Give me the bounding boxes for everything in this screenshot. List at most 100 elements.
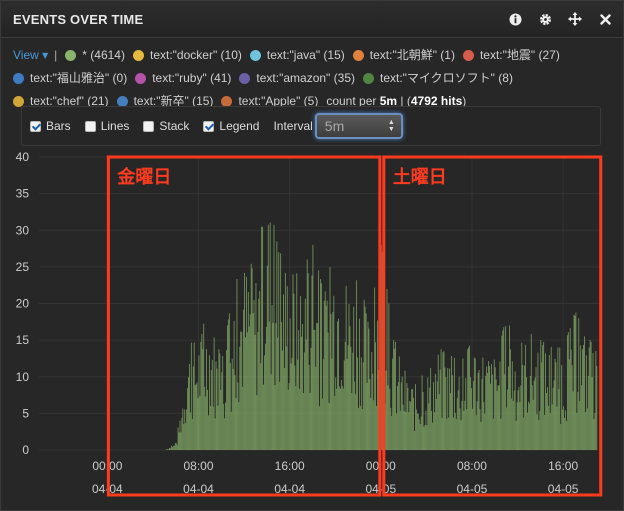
bar <box>307 273 309 450</box>
bar <box>425 410 427 450</box>
bar <box>560 423 562 450</box>
bar <box>227 319 229 450</box>
gear-icon[interactable] <box>537 11 553 27</box>
legend-item[interactable]: text:"福山雅治" (0) <box>13 67 127 90</box>
panel-header: EVENTS OVER TIME <box>1 1 623 38</box>
bar <box>359 405 361 450</box>
x-tick-time: 16:00 <box>275 459 305 473</box>
legend-item[interactable]: text:"マイクロソフト" (8) <box>362 67 513 90</box>
stack-checkbox[interactable]: Stack <box>143 119 189 133</box>
legend-item-label: text:"地震" (27) <box>479 48 560 62</box>
bar <box>217 405 219 450</box>
bar <box>393 340 395 450</box>
bar <box>310 347 312 450</box>
move-icon[interactable] <box>567 11 583 27</box>
bar <box>231 358 233 450</box>
bar <box>336 388 338 450</box>
bar <box>484 413 486 450</box>
bar <box>290 363 292 450</box>
bar <box>466 409 468 450</box>
legend-item[interactable]: text:"ruby" (41) <box>135 67 231 90</box>
bar <box>477 372 479 450</box>
bar <box>442 352 444 450</box>
bar <box>280 253 282 450</box>
legend-item[interactable]: text:"地震" (27) <box>462 44 560 67</box>
bar <box>330 314 332 450</box>
bar <box>430 368 432 450</box>
legend-item[interactable]: text:"amazon" (35) <box>239 67 355 90</box>
bar <box>592 352 594 450</box>
bar <box>471 408 473 450</box>
bar <box>180 432 182 450</box>
bar <box>453 357 455 450</box>
legend-item[interactable]: text:"北朝鮮" (1) <box>352 44 455 67</box>
bar <box>469 345 471 450</box>
legend-checkbox[interactable]: Legend <box>203 119 259 133</box>
bar <box>449 368 451 450</box>
bar <box>367 321 369 450</box>
bar <box>252 313 254 450</box>
bar <box>448 417 450 450</box>
bar <box>579 400 581 450</box>
bar <box>253 300 255 450</box>
bar <box>563 406 565 450</box>
bar <box>257 332 259 450</box>
bar <box>428 403 430 450</box>
bar <box>581 385 583 450</box>
bar <box>185 423 187 450</box>
bar <box>531 385 533 450</box>
legend-item-label: * (4614) <box>82 48 125 62</box>
bar <box>326 300 328 450</box>
bar <box>586 408 588 450</box>
y-tick-label: 15 <box>16 333 30 347</box>
legend-item[interactable]: * (4614) <box>65 44 125 67</box>
legend-item[interactable]: text:"docker" (10) <box>132 44 242 67</box>
info-icon[interactable] <box>507 11 523 27</box>
bar <box>195 384 197 450</box>
bar <box>514 371 516 450</box>
bar <box>260 363 262 450</box>
lines-checkbox[interactable]: Lines <box>84 119 129 133</box>
bar <box>324 291 326 450</box>
bar <box>587 375 589 450</box>
bar <box>418 419 420 450</box>
bar <box>368 328 370 450</box>
bar <box>475 415 477 450</box>
bar <box>245 337 246 450</box>
view-menu-link[interactable]: View ▾ <box>13 44 48 67</box>
legend-item[interactable]: text:"java" (15) <box>249 44 345 67</box>
bar <box>480 421 482 450</box>
bar <box>191 418 193 450</box>
close-icon[interactable] <box>597 11 613 27</box>
bar <box>510 398 512 450</box>
bar <box>188 377 189 450</box>
bar <box>439 369 441 450</box>
bar <box>407 387 409 450</box>
bar <box>488 361 490 450</box>
bar <box>422 392 424 450</box>
bar <box>321 283 322 450</box>
bar <box>245 276 247 450</box>
bar <box>366 382 368 450</box>
bar <box>167 448 169 450</box>
bar <box>269 222 271 450</box>
x-tick-time: 16:00 <box>548 459 578 473</box>
bar <box>371 352 373 450</box>
bar <box>197 398 199 450</box>
bar <box>271 305 273 450</box>
bar <box>239 346 241 450</box>
legend-swatch-icon <box>362 73 374 84</box>
x-tick-time: 08:00 <box>183 459 213 473</box>
bar <box>549 413 551 450</box>
y-tick-label: 25 <box>16 260 30 274</box>
bar <box>370 397 372 450</box>
interval-select[interactable]: 5m ▲ ▼ <box>314 113 403 139</box>
bars-checkbox[interactable]: Bars <box>30 119 71 133</box>
bar <box>301 336 302 450</box>
bar <box>356 280 358 450</box>
bar <box>287 389 289 450</box>
bar <box>566 335 568 450</box>
bar <box>532 399 534 450</box>
bar <box>546 387 548 450</box>
bar <box>345 285 347 450</box>
